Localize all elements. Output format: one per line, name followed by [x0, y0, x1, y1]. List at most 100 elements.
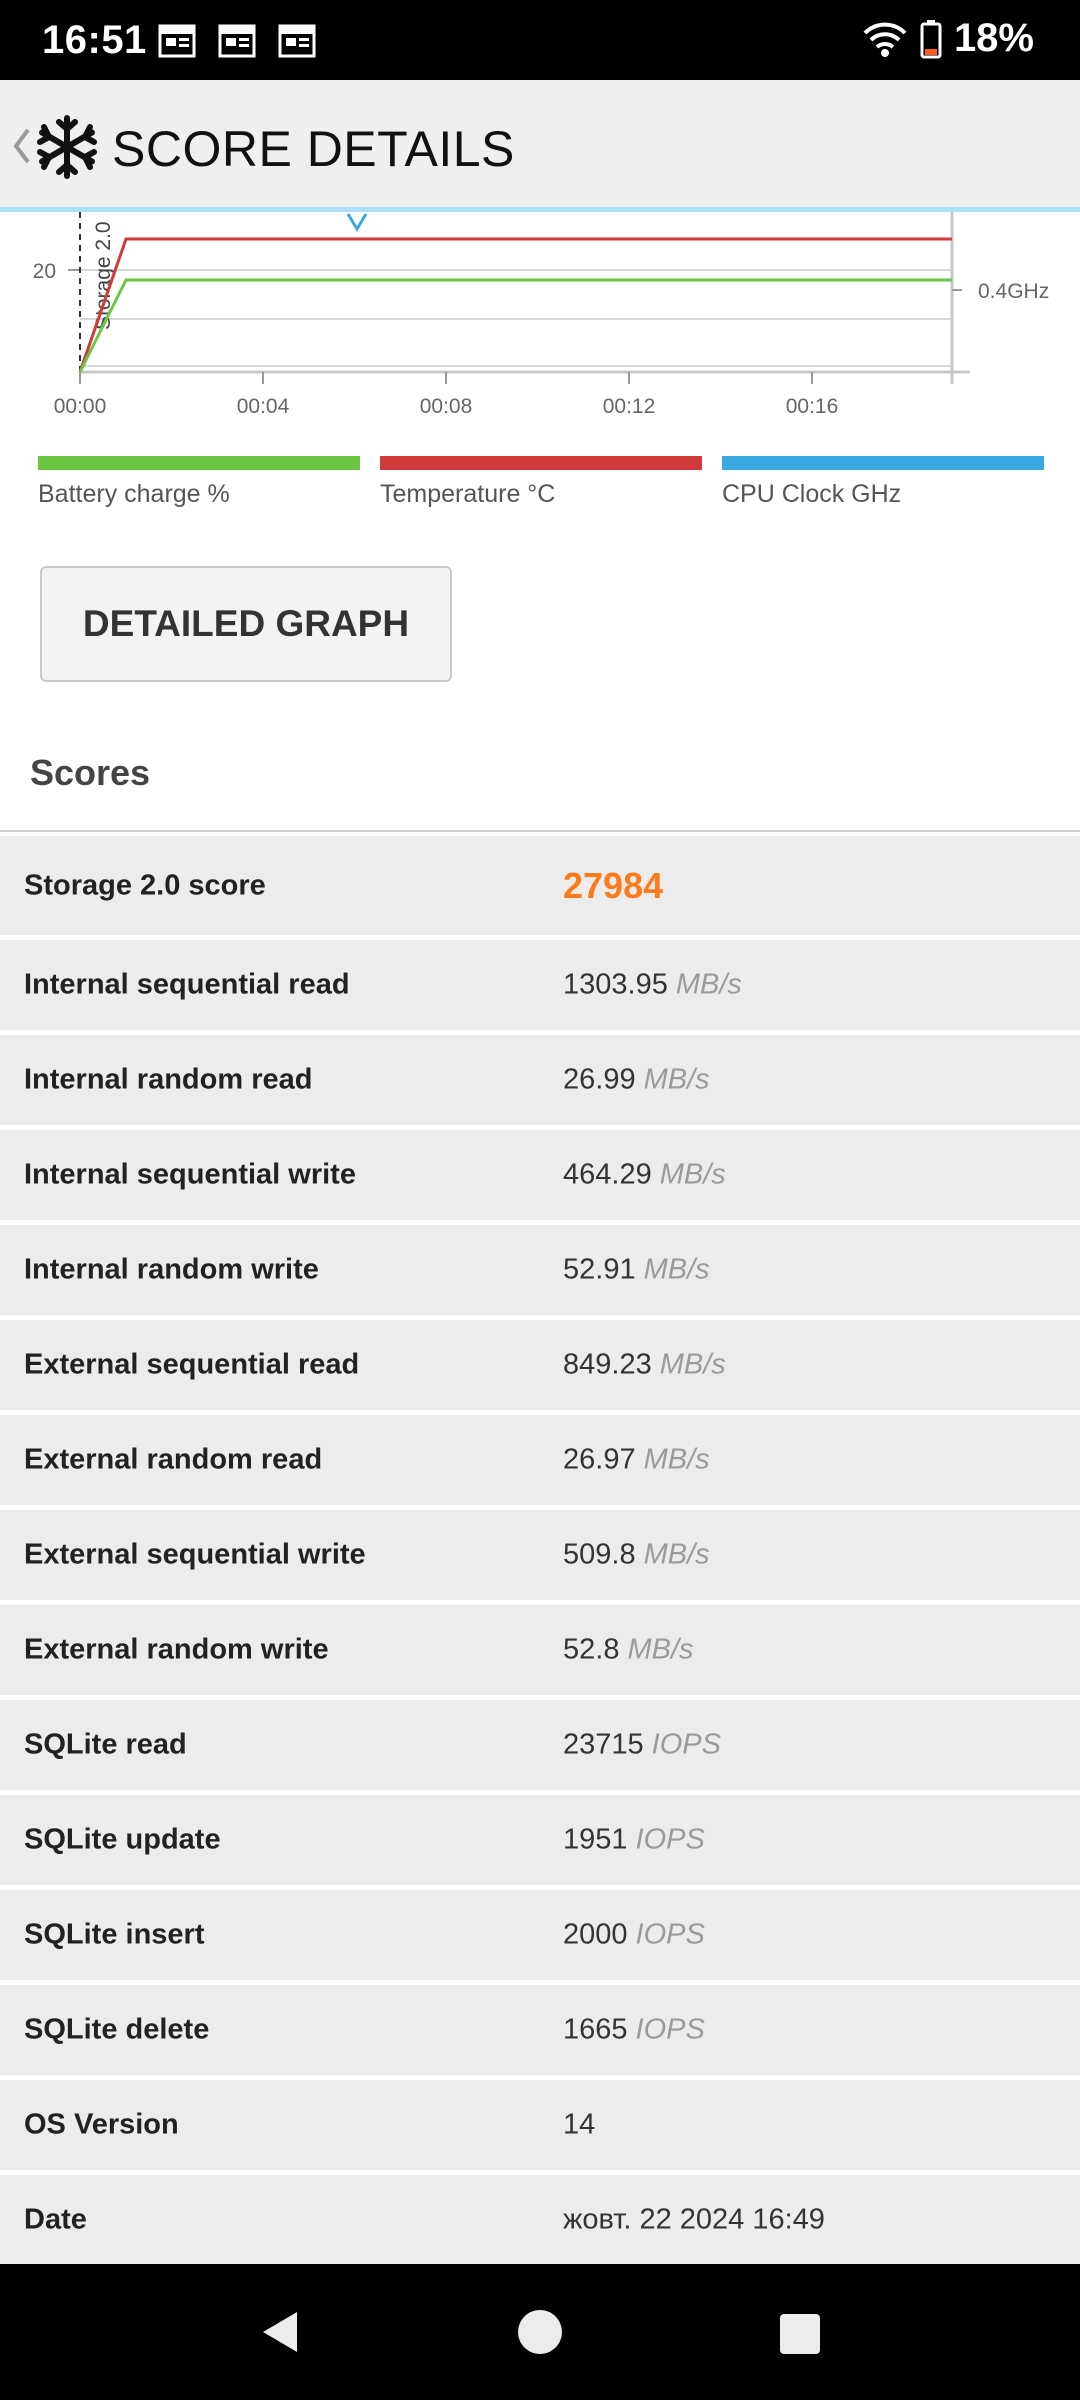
score-label: External random write — [24, 1633, 329, 1666]
score-label: External sequential read — [24, 1348, 360, 1381]
score-label: Internal sequential read — [24, 968, 350, 1001]
score-label: Internal sequential write — [24, 1158, 356, 1191]
score-unit: MB/s — [627, 1633, 694, 1666]
score-label: OS Version — [24, 2108, 179, 2141]
score-value-group: 52.8 MB/s — [563, 1634, 694, 1667]
nav-recents-icon[interactable] — [778, 2312, 822, 2356]
score-label: Internal random write — [24, 1253, 319, 1286]
score-label: External sequential write — [24, 1538, 366, 1571]
x-tick-label: 00:00 — [54, 395, 107, 418]
score-row: Internal sequential write 464.29 MB/s — [0, 1130, 1080, 1225]
series-temperature-line — [78, 237, 952, 373]
score-unit: MB/s — [643, 1443, 710, 1476]
score-label: SQLite delete — [24, 2013, 210, 2046]
score-row: SQLite insert 2000 IOPS — [0, 1890, 1080, 1985]
score-row: External random read 26.97 MB/s — [0, 1415, 1080, 1510]
score-value: 27984 — [563, 864, 664, 906]
legend-swatch-battery — [38, 456, 360, 470]
screen: 16:51 18% SCORE DETAILS Storage 2.0 20 0… — [0, 0, 1080, 2400]
system-status: 18% — [862, 16, 1034, 61]
score-unit: MB/s — [659, 1158, 726, 1191]
score-value: 23715 — [563, 1728, 644, 1761]
score-row-os-version: OS Version 14 — [0, 2080, 1080, 2175]
score-value-group: 2000 IOPS — [563, 1919, 705, 1952]
app-bar: SCORE DETAILS — [0, 80, 1080, 212]
score-row: SQLite read 23715 IOPS — [0, 1700, 1080, 1795]
score-unit: MB/s — [643, 1253, 710, 1286]
calendar-icon — [278, 24, 316, 58]
nav-home-icon[interactable] — [516, 2308, 564, 2356]
score-value: 14 — [563, 2108, 596, 2141]
score-value-group: 1303.95 MB/s — [563, 969, 742, 1002]
chart-x-ticks — [79, 372, 813, 384]
battery-temp-chart: Storage 2.0 20 0.4GHz 00:00 00:04 00:08 … — [0, 212, 1080, 452]
system-nav-bar — [0, 2264, 1080, 2400]
score-value-group: 26.99 MB/s — [563, 1064, 710, 1097]
score-unit: IOPS — [635, 1918, 705, 1951]
x-tick-label: 00:04 — [237, 395, 290, 418]
score-value-group: 849.23 MB/s — [563, 1349, 726, 1382]
status-time: 16:51 — [42, 18, 147, 62]
score-value: 464.29 — [563, 1158, 652, 1191]
score-unit: MB/s — [643, 1538, 710, 1571]
score-label: SQLite insert — [24, 1918, 205, 1951]
legend-item-temperature: Temperature °C — [380, 456, 702, 509]
score-label: Date — [24, 2203, 87, 2236]
score-value: 1951 — [563, 1823, 628, 1856]
snowflake-icon — [37, 115, 97, 179]
score-label: Storage 2.0 score — [24, 869, 266, 901]
score-row: External sequential read 849.23 MB/s — [0, 1320, 1080, 1415]
x-tick-label: 00:08 — [420, 395, 473, 418]
detailed-graph-button[interactable]: DETAILED GRAPH — [40, 566, 452, 682]
notification-icons — [158, 22, 316, 58]
score-unit: IOPS — [651, 1728, 721, 1761]
score-row: Internal random read 26.99 MB/s — [0, 1035, 1080, 1130]
x-tick-label: 00:12 — [603, 395, 656, 418]
score-value: 26.99 — [563, 1063, 636, 1096]
status-bar: 16:51 18% — [0, 0, 1080, 80]
chart-svg: Storage 2.0 20 0.4GHz 00:00 00:04 00:08 … — [33, 212, 1049, 418]
divider — [0, 830, 1080, 832]
score-value-group: 1951 IOPS — [563, 1824, 705, 1857]
score-value-group: 26.97 MB/s — [563, 1444, 710, 1477]
battery-percent: 18% — [953, 16, 1034, 60]
score-value: 509.8 — [563, 1538, 636, 1571]
nav-back-icon[interactable] — [257, 2308, 305, 2356]
chart-gridlines — [80, 269, 952, 367]
wifi-icon — [863, 22, 907, 57]
scores-table: Storage 2.0 score 27984 Internal sequent… — [0, 836, 1080, 2270]
score-value-group: 23715 IOPS — [563, 1729, 721, 1762]
legend-item-battery: Battery charge % — [38, 456, 360, 509]
score-unit: MB/s — [675, 968, 742, 1001]
score-value: 26.97 — [563, 1443, 636, 1476]
score-row: External sequential write 509.8 MB/s — [0, 1510, 1080, 1605]
score-label: SQLite read — [24, 1728, 187, 1761]
scores-section-title: Scores — [30, 752, 151, 793]
legend-label: CPU Clock GHz — [722, 480, 902, 508]
page-title: SCORE DETAILS — [112, 121, 515, 177]
score-value-group: 52.91 MB/s — [563, 1254, 710, 1287]
legend-label: Battery charge % — [38, 480, 230, 508]
score-value: 1303.95 — [563, 968, 668, 1001]
legend-swatch-cpu-clock — [722, 456, 1044, 470]
score-value-group: 1665 IOPS — [563, 2014, 705, 2047]
chart-legend: Battery charge % Temperature °C CPU Cloc… — [38, 456, 1044, 509]
score-unit: IOPS — [635, 1823, 705, 1856]
battery-icon — [920, 19, 942, 58]
score-value: 849.23 — [563, 1348, 652, 1381]
score-value: 52.91 — [563, 1253, 636, 1286]
x-tick-label: 00:16 — [786, 395, 839, 418]
score-value: 1665 — [563, 2013, 628, 2046]
score-row: External random write 52.8 MB/s — [0, 1605, 1080, 1700]
score-unit: IOPS — [635, 2013, 705, 2046]
score-row: SQLite delete 1665 IOPS — [0, 1985, 1080, 2080]
score-row: SQLite update 1951 IOPS — [0, 1795, 1080, 1890]
score-label: Internal random read — [24, 1063, 313, 1096]
chevron-left-icon[interactable] — [10, 122, 34, 170]
test-marker-label: Storage 2.0 — [92, 221, 115, 330]
score-row: Internal random write 52.91 MB/s — [0, 1225, 1080, 1320]
score-value: 2000 — [563, 1918, 628, 1951]
score-label: External random read — [24, 1443, 323, 1476]
y2-tick-label: 0.4GHz — [978, 280, 1049, 303]
legend-label: Temperature °C — [380, 480, 556, 508]
